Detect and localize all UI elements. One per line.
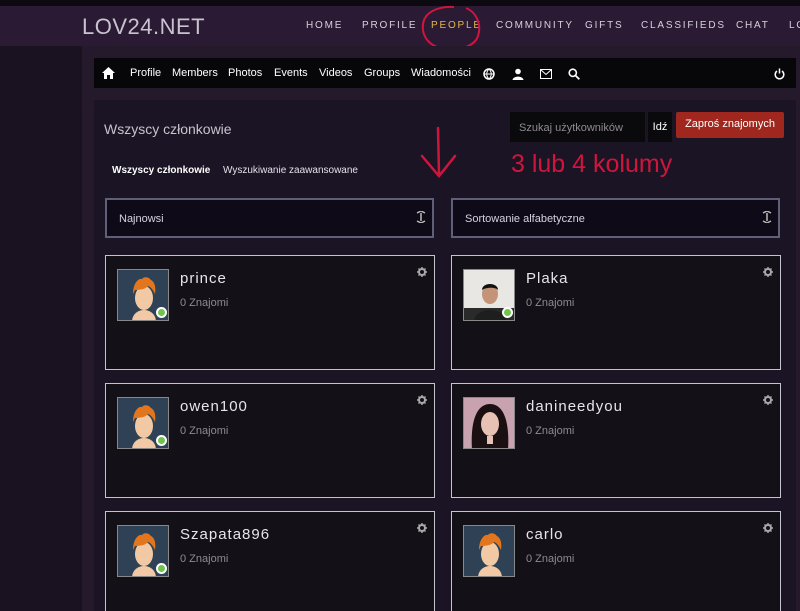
left-column: [0, 46, 82, 611]
site-logo[interactable]: LOV24.NET: [82, 14, 205, 40]
user-icon[interactable]: [512, 68, 524, 80]
member-name[interactable]: carlo: [526, 526, 564, 543]
nav-profile[interactable]: PROFILE: [362, 20, 417, 31]
search-go-button[interactable]: Idź: [648, 112, 672, 142]
page-title: Wszyscy członkowie: [104, 121, 232, 137]
gear-icon[interactable]: [417, 267, 427, 277]
member-friends-count: 0 Znajomi: [180, 425, 229, 437]
subnav-events[interactable]: Events: [274, 67, 308, 79]
annotation-note: 3 lub 4 kolumy: [511, 150, 673, 178]
select-arrow-icon: [762, 211, 772, 223]
subnav-profile[interactable]: Profile: [130, 67, 161, 79]
sort-alphabetical-select[interactable]: Sortowanie alfabetyczne: [451, 198, 780, 238]
tab-advanced-search[interactable]: Wyszukiwanie zaawansowane: [223, 165, 358, 176]
select-arrow-icon: [416, 211, 426, 223]
member-name[interactable]: Plaka: [526, 270, 569, 287]
globe-icon[interactable]: [483, 68, 495, 80]
site-header: LOV24.NET HOME PROFILE PEOPLE COMMUNITY …: [0, 5, 800, 51]
gear-icon[interactable]: [417, 523, 427, 533]
subnav-photos[interactable]: Photos: [228, 67, 262, 79]
sub-nav: Profile Members Photos Events Videos Gro…: [94, 58, 796, 88]
member-name[interactable]: Szapata896: [180, 526, 270, 543]
envelope-icon[interactable]: [540, 69, 552, 79]
subnav-videos[interactable]: Videos: [319, 67, 352, 79]
gear-icon[interactable]: [417, 395, 427, 405]
subnav-groups[interactable]: Groups: [364, 67, 400, 79]
online-status-icon: [156, 435, 167, 446]
nav-more[interactable]: LO: [789, 20, 800, 31]
member-friends-count: 0 Znajomi: [180, 553, 229, 565]
member-friends-count: 0 Znajomi: [526, 553, 575, 565]
member-name[interactable]: danineedyou: [526, 398, 623, 415]
invite-friends-button[interactable]: Zaproś znajomych: [676, 112, 784, 138]
member-friends-count: 0 Znajomi: [180, 297, 229, 309]
gear-icon[interactable]: [763, 523, 773, 533]
search-icon[interactable]: [568, 68, 580, 80]
online-status-icon: [156, 307, 167, 318]
nav-gifts[interactable]: GIFTS: [585, 20, 623, 31]
nav-community[interactable]: COMMUNITY: [496, 20, 574, 31]
member-card[interactable]: carlo 0 Znajomi: [451, 511, 781, 611]
subnav-messages[interactable]: Wiadomości: [411, 67, 471, 79]
avatar[interactable]: [463, 397, 515, 449]
member-name[interactable]: prince: [180, 270, 227, 287]
search-input[interactable]: Szukaj użytkowników: [510, 112, 645, 142]
online-status-icon: [156, 563, 167, 574]
power-icon[interactable]: [774, 68, 785, 80]
member-name[interactable]: owen100: [180, 398, 248, 415]
home-icon[interactable]: [102, 67, 115, 79]
member-card[interactable]: danineedyou 0 Znajomi: [451, 383, 781, 498]
avatar[interactable]: [463, 525, 515, 577]
sort-newest-select[interactable]: Najnowsi: [105, 198, 434, 238]
gear-icon[interactable]: [763, 395, 773, 405]
nav-chat[interactable]: CHAT: [736, 20, 770, 31]
sort-alphabetical-label: Sortowanie alfabetyczne: [465, 213, 585, 225]
member-friends-count: 0 Znajomi: [526, 297, 575, 309]
tab-all-members[interactable]: Wszyscy członkowie: [112, 165, 210, 176]
nav-classifieds[interactable]: CLASSIFIEDS: [641, 20, 726, 31]
gear-icon[interactable]: [763, 267, 773, 277]
sort-newest-label: Najnowsi: [119, 213, 164, 225]
member-card[interactable]: Szapata896 0 Znajomi: [105, 511, 435, 611]
member-card[interactable]: owen100 0 Znajomi: [105, 383, 435, 498]
annotation-arrow: [420, 126, 457, 178]
subnav-members[interactable]: Members: [172, 67, 218, 79]
nav-home[interactable]: HOME: [306, 20, 343, 31]
member-friends-count: 0 Znajomi: [526, 425, 575, 437]
member-card[interactable]: Plaka 0 Znajomi: [451, 255, 781, 370]
online-status-icon: [502, 307, 513, 318]
member-card[interactable]: prince 0 Znajomi: [105, 255, 435, 370]
